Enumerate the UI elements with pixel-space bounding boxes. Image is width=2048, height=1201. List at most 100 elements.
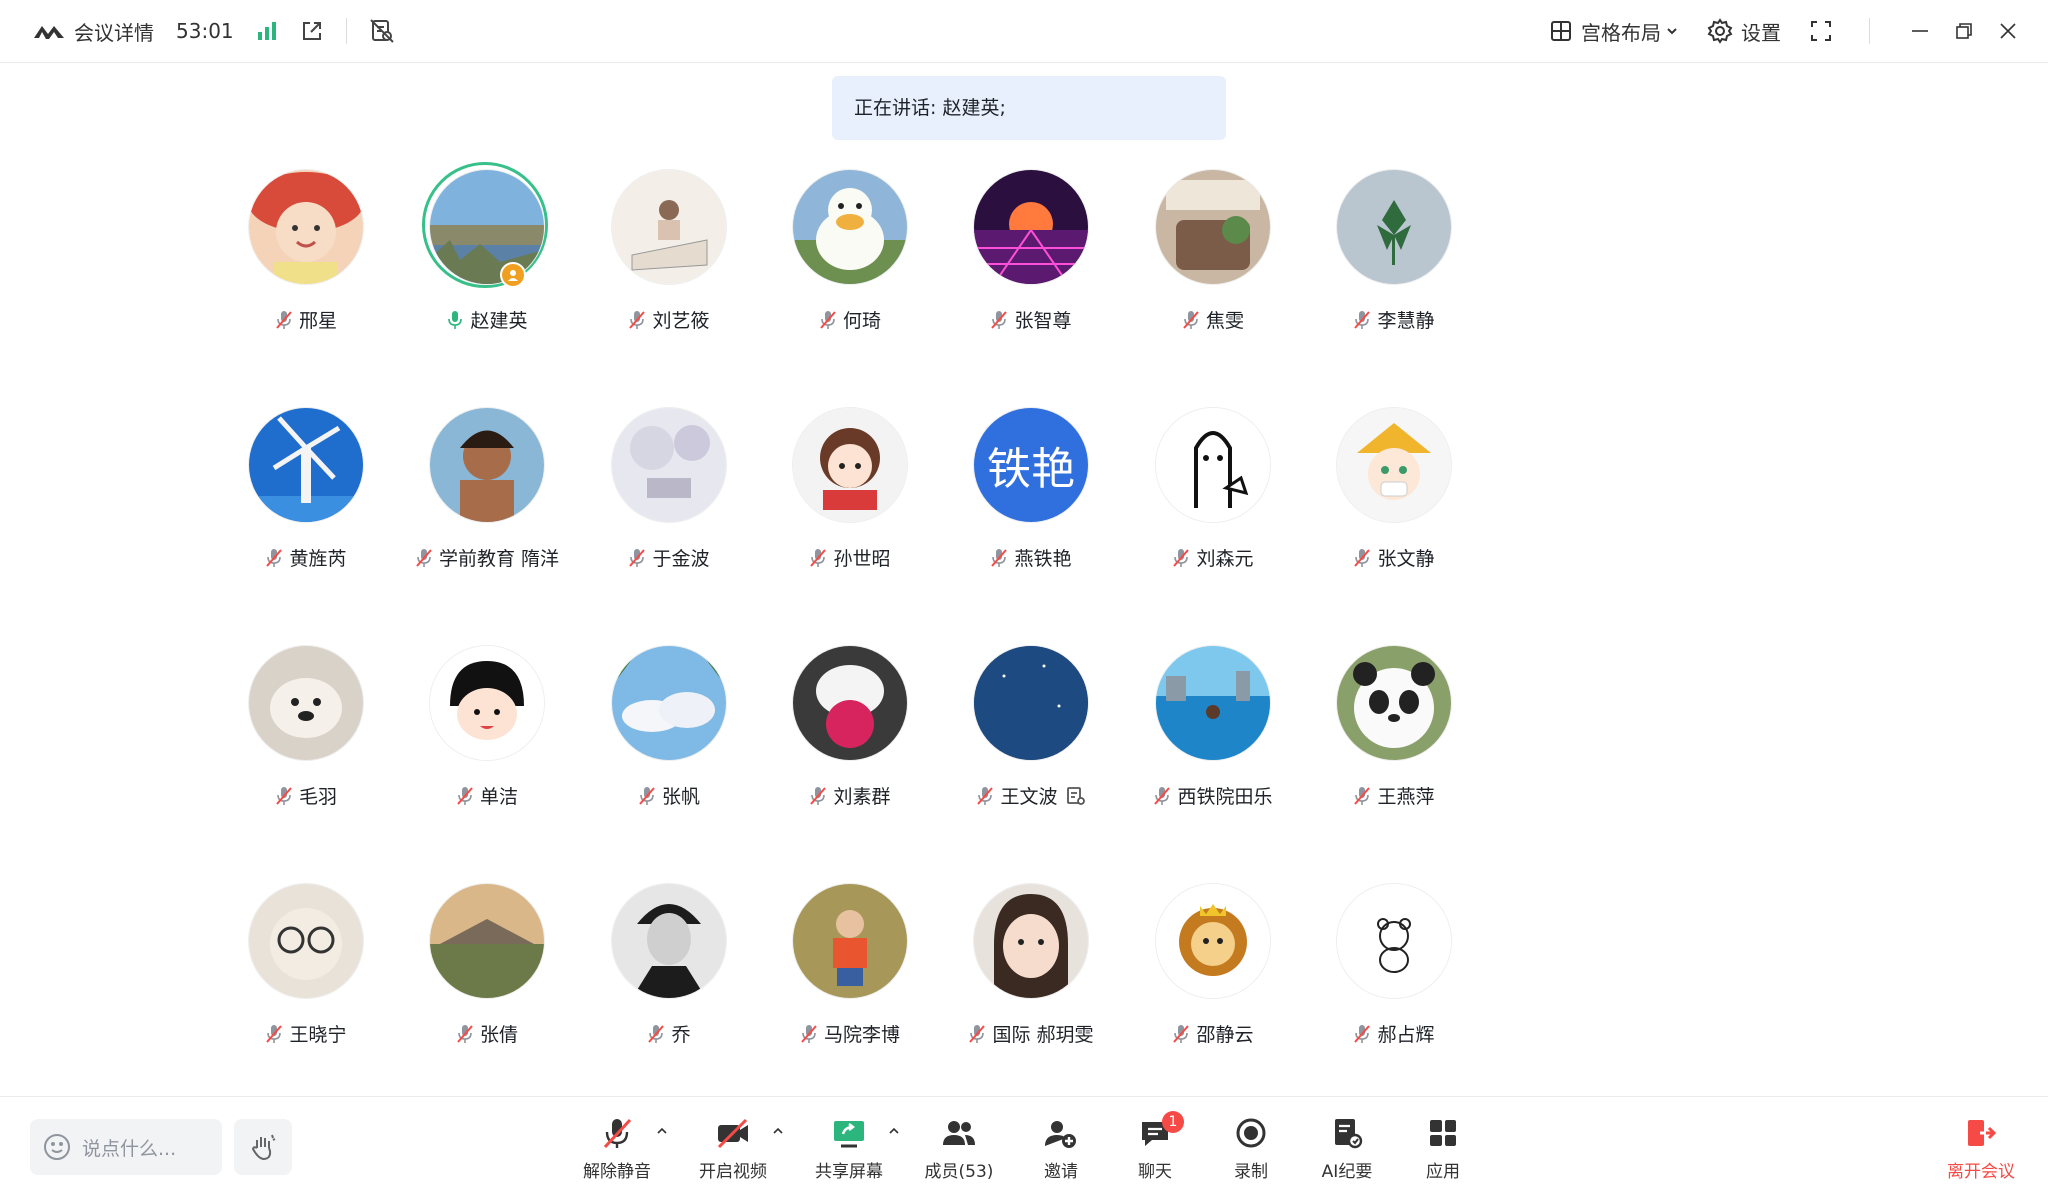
- meeting-details-link[interactable]: 会议详情: [74, 17, 154, 46]
- mic-on-icon: [448, 310, 463, 329]
- participant-name: 马院李博: [823, 1024, 900, 1046]
- close-button[interactable]: [1998, 21, 2018, 41]
- mic-muted-icon: [1183, 310, 1199, 329]
- participant-name: 孙世昭: [833, 548, 891, 570]
- avatar-image: [793, 170, 907, 284]
- mic-muted-icon: [266, 548, 283, 567]
- leave-meeting-button[interactable]: 离开会议: [1936, 1113, 2026, 1193]
- chevron-up-icon[interactable]: [772, 1121, 784, 1140]
- avatar-image: [1156, 408, 1270, 522]
- avatar: [430, 170, 544, 284]
- avatar: [1337, 408, 1451, 522]
- participant-tile[interactable]: 李慧静: [1279, 170, 1509, 370]
- avatar-image: [249, 408, 363, 522]
- mic-muted-icon: [276, 786, 292, 805]
- raise-hand-button[interactable]: [234, 1119, 292, 1175]
- mic-muted-icon: [266, 1024, 283, 1043]
- toolbar-label: 聊天: [1138, 1162, 1172, 1182]
- ai-notes-icon: [1330, 1116, 1364, 1150]
- participant-name: 张倩: [479, 1024, 518, 1046]
- grid-icon: [1551, 21, 1571, 41]
- toolbar-mic-off-button[interactable]: 解除静音: [572, 1113, 667, 1193]
- avatar: [430, 408, 544, 522]
- toolbar-members-button[interactable]: 成员(53): [914, 1113, 1004, 1193]
- mic-muted-icon: [991, 548, 1008, 567]
- mic-muted-icon: [639, 786, 655, 805]
- grid-layout-label: 宫格布局: [1581, 20, 1661, 45]
- avatar-image: [430, 170, 544, 284]
- toolbar-chat-button[interactable]: 聊天 1: [1110, 1111, 1200, 1193]
- chevron-down-icon: [1667, 28, 1677, 35]
- toolbar-label: 邀请: [1044, 1162, 1078, 1182]
- grid-layout-button[interactable]: 宫格布局: [1549, 17, 1679, 46]
- participant-name: 学前教育 隋洋: [438, 548, 560, 570]
- participant-tile[interactable]: 王燕萍: [1279, 646, 1509, 846]
- app-logo-icon: [34, 26, 64, 39]
- participant-name-row: 李慧静: [1279, 306, 1509, 333]
- mic-muted-icon: [1354, 1024, 1371, 1043]
- avatar: [612, 170, 726, 284]
- mic-muted-icon: [276, 310, 292, 329]
- toolbar-apps-button[interactable]: 应用: [1398, 1113, 1488, 1193]
- mic-muted-icon: [629, 548, 646, 567]
- participant-name: 刘艺筱: [652, 310, 710, 332]
- avatar: [974, 170, 1088, 284]
- leave-meeting-label: 离开会议: [1947, 1162, 2015, 1182]
- text-avatar: 铁艳: [974, 408, 1088, 522]
- gear-icon: [1707, 18, 1733, 44]
- participant-name: 张文静: [1377, 548, 1435, 570]
- participant-tile[interactable]: 张文静: [1279, 408, 1509, 608]
- restore-button[interactable]: [1954, 21, 1974, 41]
- avatar-image: [1156, 884, 1270, 998]
- settings-label: 设置: [1741, 20, 1781, 45]
- toolbar-label: 成员(53): [924, 1162, 994, 1182]
- chevron-up-icon[interactable]: [656, 1121, 668, 1140]
- signal-icon[interactable]: [256, 20, 278, 42]
- avatar-image: [612, 884, 726, 998]
- toolbar-label: 开启视频: [699, 1162, 767, 1182]
- mic-muted-icon: [457, 1024, 473, 1043]
- mic-muted-icon: [1354, 786, 1371, 805]
- toolbar-label: AI纪要: [1321, 1162, 1373, 1182]
- participant-name: 郝占辉: [1377, 1024, 1435, 1046]
- toolbar-camera-off-button[interactable]: 开启视频: [688, 1113, 783, 1193]
- avatar: [1337, 646, 1451, 760]
- notes-off-icon[interactable]: [369, 18, 395, 44]
- toolbar-record-button[interactable]: 录制: [1206, 1113, 1296, 1193]
- unread-badge: 1: [1162, 1111, 1184, 1133]
- settings-button[interactable]: 设置: [1707, 17, 1781, 46]
- toolbar-ai-notes-button[interactable]: AI纪要: [1302, 1113, 1392, 1193]
- participant-name: 王文波: [1000, 786, 1058, 808]
- toolbar-share-screen-button[interactable]: 共享屏幕: [804, 1113, 899, 1193]
- avatar: [793, 646, 907, 760]
- avatar-image: [1156, 170, 1270, 284]
- avatar-image: [612, 646, 726, 760]
- avatar-image: [793, 646, 907, 760]
- avatar: [1156, 170, 1270, 284]
- participant-name: 乔: [671, 1024, 691, 1046]
- participant-name-row: 张文静: [1279, 544, 1509, 571]
- participant-name: 西铁院田乐: [1177, 786, 1273, 808]
- avatar: [612, 884, 726, 998]
- participant-name: 王燕萍: [1377, 786, 1435, 808]
- avatar: [430, 646, 544, 760]
- mic-muted-icon: [969, 1024, 986, 1043]
- avatar: [974, 884, 1088, 998]
- mic-muted-icon: [810, 786, 827, 805]
- top-bar: 会议详情 53:01 宫格布局 设置: [0, 0, 2048, 63]
- participant-name: 李慧静: [1377, 310, 1435, 332]
- participant-tile[interactable]: 郝占辉: [1279, 884, 1509, 1084]
- mic-muted-icon: [801, 1024, 817, 1043]
- fullscreen-button[interactable]: [1809, 19, 1841, 43]
- avatar: [249, 646, 363, 760]
- mic-muted-icon: [820, 310, 836, 329]
- chat-placeholder: 说点什么...: [82, 1137, 177, 1160]
- avatar: [793, 408, 907, 522]
- minimize-button[interactable]: [1910, 21, 1930, 41]
- chevron-up-icon[interactable]: [888, 1121, 900, 1140]
- participant-name: 邵静云: [1196, 1024, 1254, 1046]
- toolbar-invite-button[interactable]: 邀请: [1016, 1113, 1106, 1193]
- participant-name: 毛羽: [298, 786, 337, 808]
- external-link-icon[interactable]: [300, 19, 324, 43]
- quick-chat-input[interactable]: 说点什么...: [30, 1119, 222, 1175]
